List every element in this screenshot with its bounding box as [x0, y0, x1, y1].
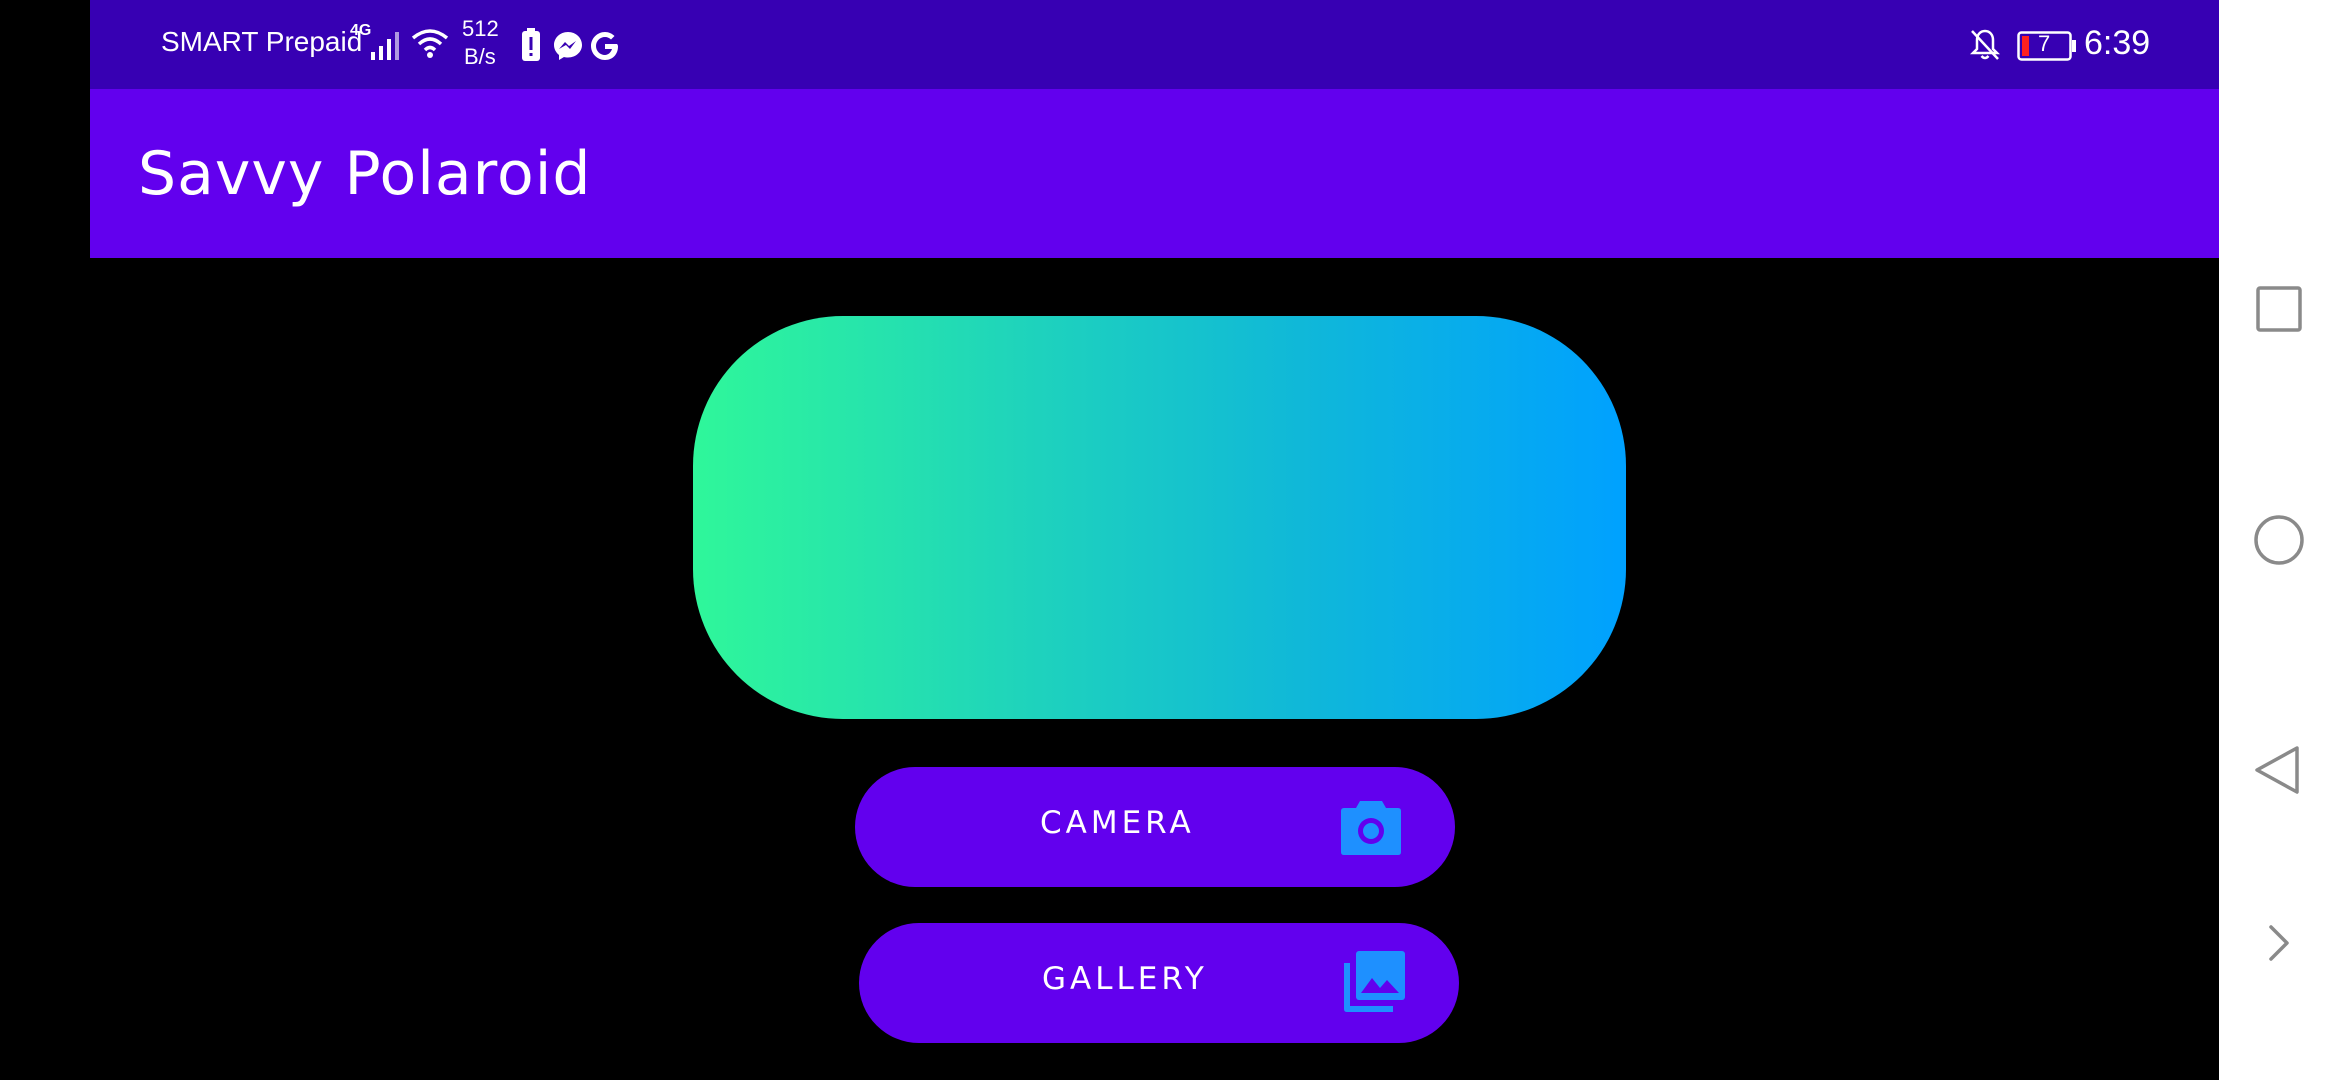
- net-speed-value: 512: [462, 16, 499, 41]
- app-title: Savvy Polaroid: [138, 139, 592, 209]
- gallery-button[interactable]: GALLERY: [859, 923, 1459, 1043]
- google-icon: [591, 32, 618, 60]
- gallery-button-label: GALLERY: [1042, 961, 1208, 997]
- camera-button-label: CAMERA: [1040, 805, 1195, 841]
- camera-icon: [1341, 801, 1401, 855]
- net-speed-unit: B/s: [464, 44, 496, 69]
- messenger-icon: [554, 32, 582, 60]
- carrier-label: SMART Prepaid: [161, 26, 363, 57]
- home-icon[interactable]: [2249, 510, 2309, 570]
- battery-alert-icon: [522, 28, 540, 61]
- screen: SMART Prepaid 4G 512 B/s 7 6:39 Savvy Po…: [0, 0, 2340, 1080]
- navigation-bar: [2219, 0, 2340, 1080]
- back-icon[interactable]: [2249, 740, 2309, 800]
- expand-icon[interactable]: [2249, 913, 2309, 973]
- photo-library-icon: [1344, 951, 1405, 1012]
- signal-icon: [371, 32, 399, 60]
- notifications-off-icon: [1969, 29, 2001, 60]
- preview-image: [693, 316, 1626, 719]
- clock: 6:39: [2084, 24, 2151, 62]
- app-bar: Savvy Polaroid: [90, 89, 2219, 258]
- status-bar: SMART Prepaid 4G 512 B/s 7 6:39: [90, 0, 2219, 89]
- battery-level: 7: [2038, 31, 2051, 56]
- camera-button[interactable]: CAMERA: [855, 767, 1455, 887]
- wifi-icon: [411, 29, 449, 58]
- recents-icon[interactable]: [2249, 279, 2309, 339]
